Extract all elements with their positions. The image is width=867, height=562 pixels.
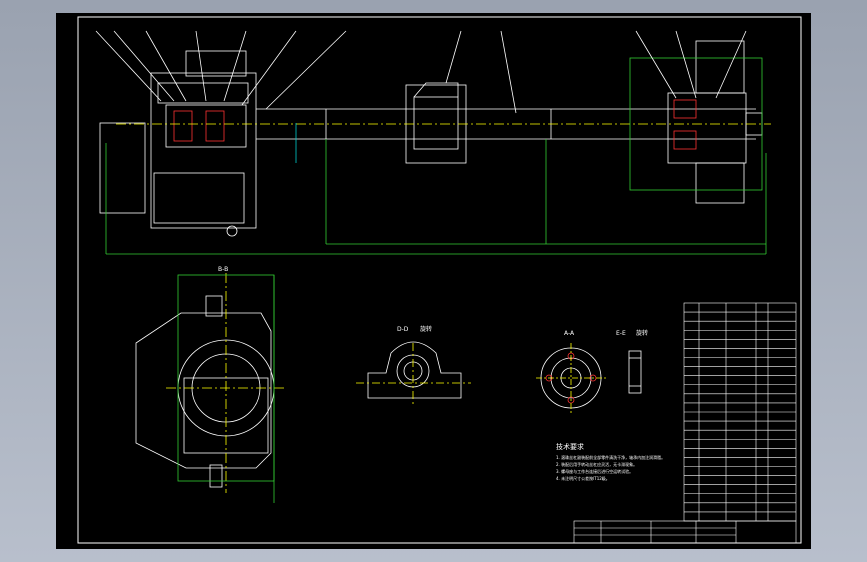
bom-row-lines [684,311,796,513]
leader-4 [195,30,207,102]
tech-note-2: 2. 装配后用手转动丝杠应灵活，无卡滞现象。 [556,461,637,467]
leader-1 [95,30,162,102]
label-ee-rotate: 旋转 [636,329,648,337]
leader-11 [675,30,697,99]
section-dd-view [356,341,471,405]
right-bearing-b [673,130,697,150]
leader-10 [635,30,677,99]
section-ee-view [628,350,642,394]
drawing-canvas[interactable]: B-B D-D 旋转 A-A E-E 旋转 技术要求 1. 滚珠丝杠副装配前全部… [56,13,811,549]
bill-of-materials [683,302,797,522]
leader-9 [500,30,517,114]
motor-mount-plate [185,50,247,77]
base-bolt-hole [226,225,238,237]
leader-7 [265,30,347,110]
leader-8 [445,30,462,84]
ball-nut-inner [413,96,459,150]
left-flange [99,122,146,214]
drawing-border [77,16,802,544]
label-dd: D-D [397,326,409,333]
tech-note-3: 3. 螺母座与工作台连接后进行空运转试验。 [556,468,633,474]
cad-viewport: B-B D-D 旋转 A-A E-E 旋转 技术要求 1. 滚珠丝杠副装配前全部… [0,0,867,562]
main-assembly-view [95,30,771,255]
leader-2 [113,30,175,102]
left-bearing-a [173,110,193,142]
label-aa: A-A [564,330,575,337]
leader-6 [241,30,297,106]
right-lower-bracket [695,162,745,204]
right-bearing-support [667,92,747,164]
housing-base [153,172,245,224]
left-bearing-b [205,110,225,142]
tech-requirements-title: 技术要求 [556,442,584,451]
ee-washer [628,350,642,394]
leader-3 [145,30,187,102]
leader-5 [223,30,247,102]
label-bb: B-B [218,266,228,273]
section-aa-view [536,343,606,413]
tech-note-4: 4. 未注明尺寸公差按IT12级。 [556,475,610,481]
dd-pillow-block [367,341,462,399]
title-block [573,520,797,544]
left-bearing-housing [150,72,257,229]
label-dd-rotate: 旋转 [420,325,432,333]
bb-housing-outline [135,312,272,469]
title-block-outline [573,520,797,544]
tech-note-1: 1. 滚珠丝杠副装配前全部零件清洗干净，轴承内加注润滑脂。 [556,454,665,460]
drawing-svg: B-B D-D 旋转 A-A E-E 旋转 技术要求 1. 滚珠丝杠副装配前全部… [77,16,802,544]
section-bb-view [135,273,286,503]
housing-top-part [157,82,249,104]
label-ee: E-E [616,330,626,337]
right-upper-bracket [695,40,745,94]
